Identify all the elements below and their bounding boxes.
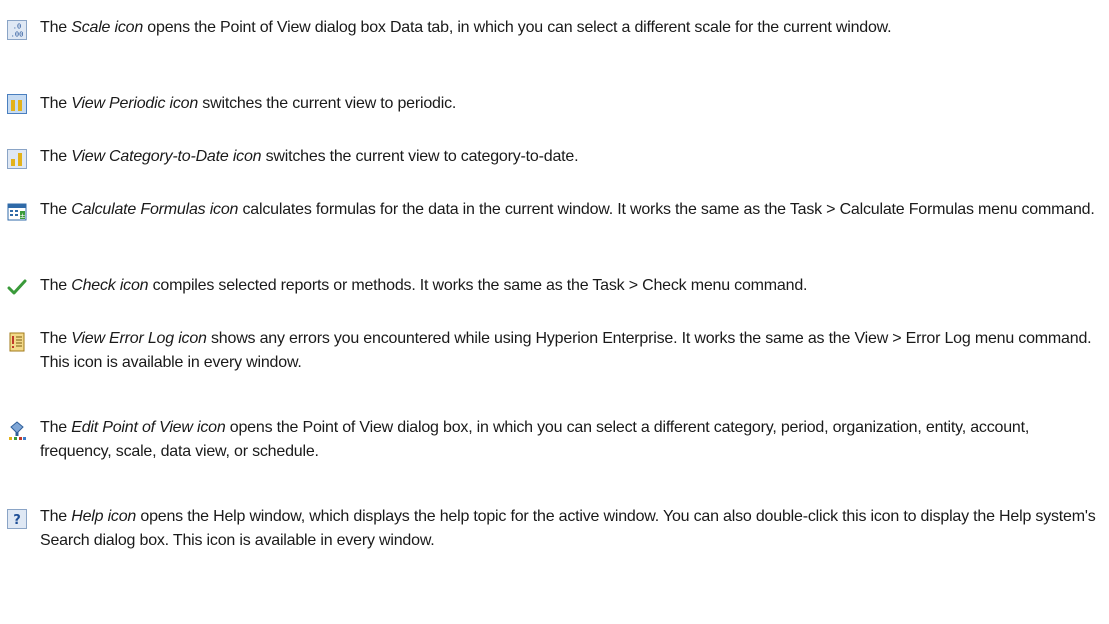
view-error-log-icon — [9, 332, 25, 352]
entry-view-error-log-text: The View Error Log icon shows any errors… — [40, 330, 1092, 371]
entry-check-text: The Check icon compiles selected reports… — [40, 277, 808, 294]
edit-point-of-view-icon — [9, 421, 26, 440]
svg-text:.00: .00 — [11, 31, 24, 39]
entry-scale-text: The Scale icon opens the Point of View d… — [40, 19, 892, 36]
svg-text:.0: .0 — [13, 23, 21, 31]
entry-calculate-formulas-text: The Calculate Formulas icon calculates f… — [40, 201, 1095, 218]
entry-edit-point-of-view-text: The Edit Point of View icon opens the Po… — [40, 419, 1030, 460]
help-icon: ? — [7, 509, 27, 529]
scale-icon: .0 .00 — [7, 20, 27, 40]
entry-help-text: The Help icon opens the Help window, whi… — [40, 508, 1096, 549]
view-periodic-icon — [7, 94, 27, 114]
calculate-formulas-icon: ± — [7, 203, 27, 221]
entry-view-category-to-date-text: The View Category-to-Date icon switches … — [40, 148, 579, 165]
check-icon — [7, 279, 27, 295]
entry-view-periodic-text: The View Periodic icon switches the curr… — [40, 95, 457, 112]
view-category-to-date-icon — [7, 149, 27, 169]
icon-reference-document: .0 .00 The Scale icon opens the Point of… — [0, 0, 1109, 624]
svg-text:?: ? — [13, 513, 21, 528]
svg-text:±: ± — [20, 212, 26, 220]
